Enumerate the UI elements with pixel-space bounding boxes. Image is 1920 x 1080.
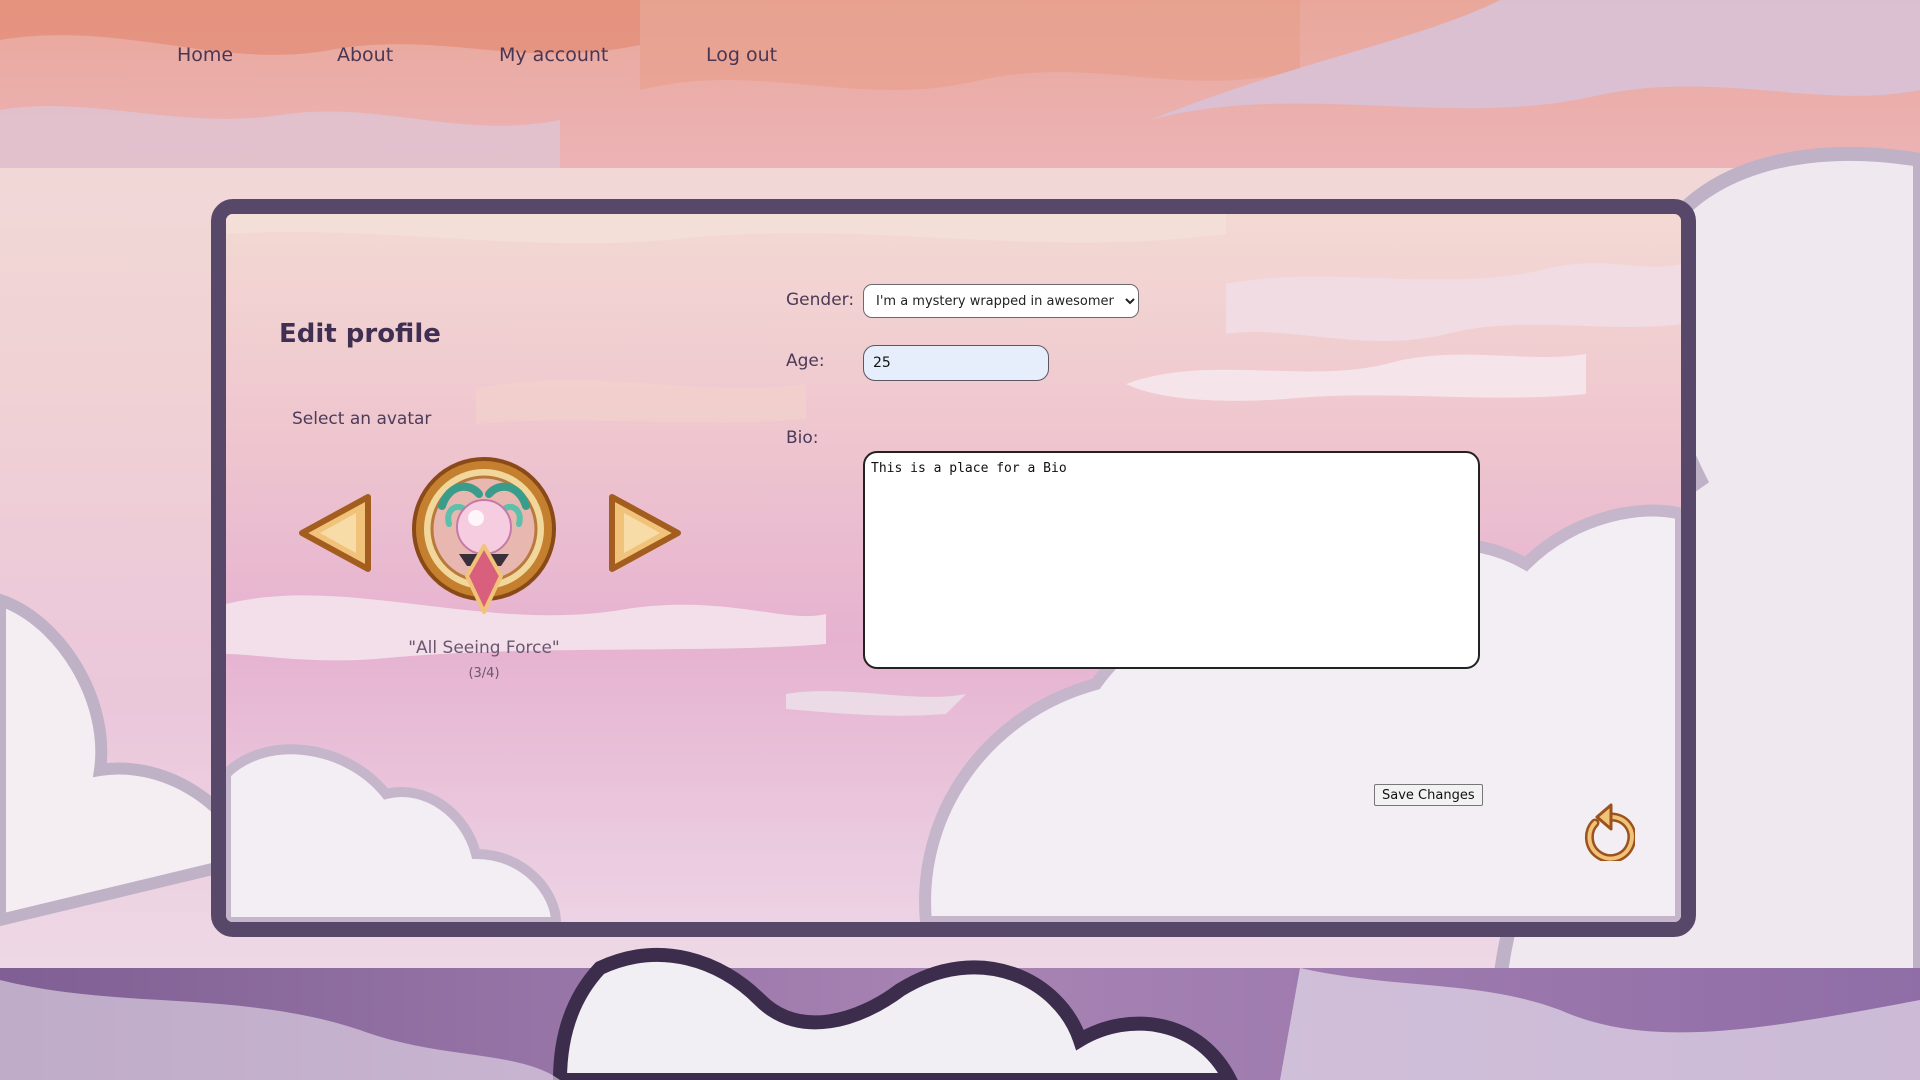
select-avatar-label: Select an avatar (292, 409, 432, 429)
crystal-ball-medal-icon (412, 457, 556, 614)
panel-content: Edit profile Select an avatar "All Seein… (226, 214, 1681, 922)
page-title: Edit profile (279, 319, 441, 349)
nav-my-account-link[interactable]: My account (499, 44, 608, 66)
edit-profile-panel: Edit profile Select an avatar "All Seein… (211, 199, 1696, 937)
reset-icon (1585, 803, 1635, 861)
nav-home-link[interactable]: Home (177, 44, 233, 66)
arrow-left-icon (299, 494, 371, 572)
top-navigation: Home About My account Log out (0, 0, 1920, 168)
previous-avatar-button[interactable] (296, 491, 372, 575)
avatar-position: (3/4) (468, 666, 500, 681)
reset-button[interactable] (1581, 801, 1635, 861)
nav-about-link[interactable]: About (337, 44, 393, 66)
bio-textarea[interactable]: This is a place for a Bio (863, 451, 1480, 669)
bio-label: Bio: (786, 428, 819, 448)
save-changes-button[interactable]: Save Changes (1374, 784, 1483, 806)
nav-log-out-link[interactable]: Log out (706, 44, 777, 66)
avatar-name: "All Seeing Force" (408, 638, 560, 658)
age-input[interactable] (863, 345, 1049, 381)
gender-label: Gender: (786, 290, 855, 310)
next-avatar-button[interactable] (608, 491, 684, 575)
gender-select[interactable]: I'm a mystery wrapped in awesomeness (863, 284, 1139, 318)
avatar-preview (409, 454, 559, 616)
age-label: Age: (786, 351, 825, 371)
arrow-right-icon (609, 494, 681, 572)
